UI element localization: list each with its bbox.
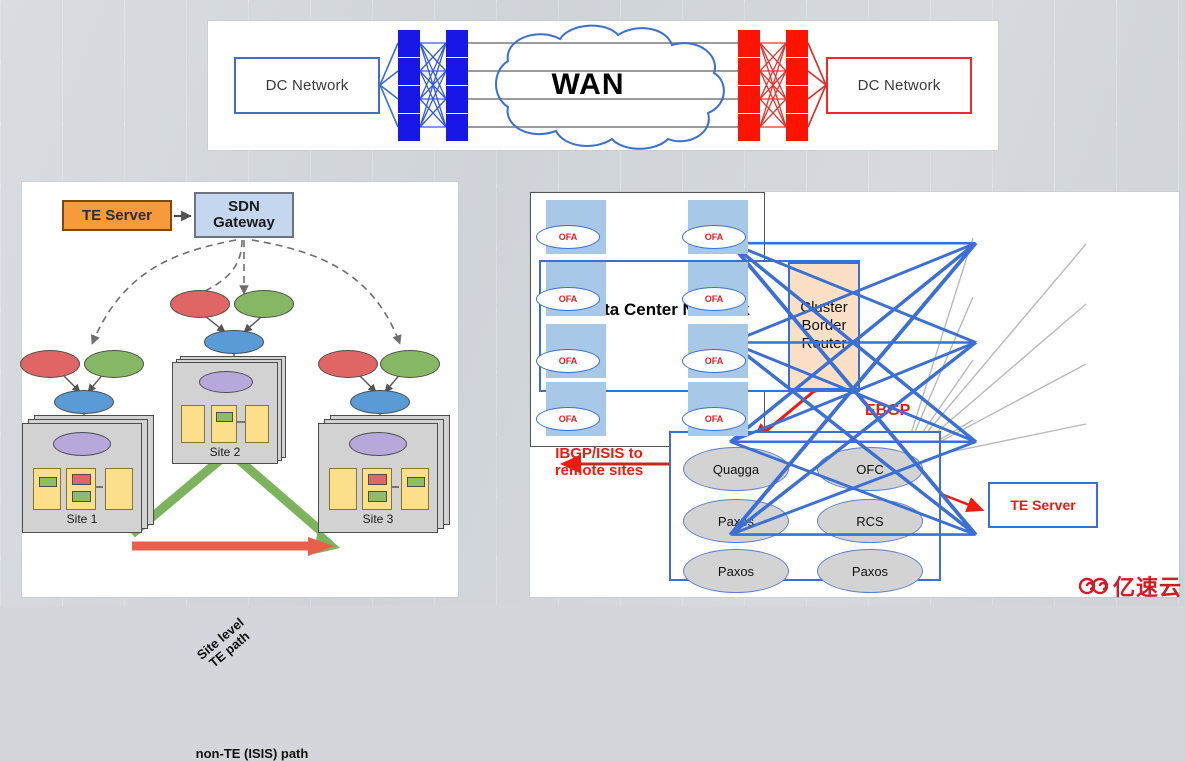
- router-red-a4: [738, 114, 760, 141]
- wan-text: WAN: [551, 68, 625, 101]
- te-server-box: TE Server: [62, 200, 172, 231]
- site2-switch-2: [211, 405, 237, 443]
- router-blue-a3: [398, 86, 420, 113]
- site2-switch-2-flow-a: [216, 412, 233, 422]
- site1-switch-2-flow-b: [72, 491, 91, 502]
- ofa-agent-r1: OFA: [682, 225, 746, 249]
- site3-name: Site 3: [362, 512, 394, 526]
- router-red-a1: [738, 30, 760, 57]
- ibgp-isis-label: IBGP/ISIS to remote sites: [554, 445, 644, 480]
- te-server-label: TE Server: [81, 207, 153, 224]
- non-te-path-label: non-TE (ISIS) path: [195, 746, 309, 761]
- site3-switch-3-flow-a: [407, 477, 425, 487]
- site1-node-green: [84, 350, 144, 378]
- router-blue-a4: [398, 114, 420, 141]
- site1-name: Site 1: [66, 512, 98, 526]
- site2-node-red: [170, 290, 230, 318]
- site3-switch-2-flow-b: [368, 491, 387, 502]
- router-red-b2: [786, 58, 808, 85]
- site2-name: Site 2: [209, 445, 241, 459]
- controller-node-paxos-2: Paxos: [683, 549, 789, 593]
- ofa-agent-r3: OFA: [682, 349, 746, 373]
- site2-node-green: [234, 290, 294, 318]
- ofa-agent-l4: OFA: [536, 407, 600, 431]
- site3-node-green: [380, 350, 440, 378]
- dc-network-left-box: DC Network: [234, 57, 380, 114]
- site3-switch-1: [329, 468, 357, 510]
- router-blue-b2: [446, 58, 468, 85]
- site3-node-blue: [350, 390, 410, 414]
- router-red-b3: [786, 86, 808, 113]
- dc-network-right-label: DC Network: [857, 77, 941, 94]
- controller-node-ofc: OFC: [817, 447, 923, 491]
- ofa-agent-r4: OFA: [682, 407, 746, 431]
- site3-stack: Site 3: [318, 415, 450, 533]
- site1-switch-1-flow-a: [39, 477, 57, 487]
- dc-network-right-box: DC Network: [826, 57, 972, 114]
- cluster-border-router-box: Cluster Border Router: [788, 262, 860, 390]
- site3-switch-3: [401, 468, 429, 510]
- site2-node-purple: [199, 371, 253, 393]
- router-blue-b1: [446, 30, 468, 57]
- ofa-agent-r2: OFA: [682, 287, 746, 311]
- site1-switch-1: [33, 468, 61, 510]
- controller-cluster-box: Quagga OFC Paxos RCS Paxos Paxos: [669, 431, 941, 593]
- site1-node-blue: [54, 390, 114, 414]
- site3-node-purple: [349, 432, 407, 456]
- site2-stack: Site 2: [172, 356, 286, 464]
- site3-box: Site 3: [318, 423, 438, 533]
- site2-ellipsis: [237, 421, 245, 423]
- site3-node-red: [318, 350, 378, 378]
- watermark-text: 亿速云: [1113, 576, 1183, 601]
- site1-switch-2-flow-a: [72, 474, 91, 485]
- site3-ellipsis: [391, 486, 399, 488]
- site1-switch-2: [66, 468, 96, 510]
- site1-node-red: [20, 350, 80, 378]
- site1-ellipsis: [95, 486, 103, 488]
- router-blue-b3: [446, 86, 468, 113]
- cluster-border-router-label: Cluster Border Router: [800, 299, 848, 352]
- te-server-box-right: TE Server: [988, 482, 1098, 528]
- site2-switch-3: [245, 405, 269, 443]
- site3-switch-2: [362, 468, 392, 510]
- site1-node-purple: [53, 432, 111, 456]
- site1-stack: Site 1: [22, 415, 154, 533]
- controller-node-quagga: Quagga: [683, 447, 789, 491]
- site3-switch-2-flow-a: [368, 474, 387, 485]
- controller-node-paxos-3: Paxos: [817, 549, 923, 593]
- site2-box: Site 2: [172, 362, 278, 464]
- wan-label: WAN: [508, 67, 668, 103]
- te-server-label-right: TE Server: [1010, 497, 1076, 513]
- ofa-agent-l3: OFA: [536, 349, 600, 373]
- ofa-agent-l2: OFA: [536, 287, 600, 311]
- site1-switch-3: [105, 468, 133, 510]
- sdn-te-sites-panel: TE Server SDN Gateway Site 2 Site 1 Site…: [20, 182, 458, 761]
- router-blue-a1: [398, 30, 420, 57]
- cluster-controller-panel: Data Center Network Cluster Border Route…: [530, 192, 1179, 597]
- dc-network-left-label: DC Network: [265, 77, 349, 94]
- watermark: 亿速云: [1078, 570, 1182, 602]
- router-blue-b4: [446, 114, 468, 141]
- router-red-b4: [786, 114, 808, 141]
- sdn-gateway-box: SDN Gateway: [194, 192, 294, 238]
- controller-node-rcs: RCS: [817, 499, 923, 543]
- ofa-agent-l1: OFA: [536, 225, 600, 249]
- te-path-label: Site level TE path: [193, 614, 253, 671]
- sdn-gateway-label: SDN Gateway: [213, 198, 275, 231]
- ebgp-label: EBGP: [865, 402, 911, 419]
- router-red-a3: [738, 86, 760, 113]
- site1-box: Site 1: [22, 423, 142, 533]
- site2-node-blue: [204, 330, 264, 354]
- site2-switch-1: [181, 405, 205, 443]
- wan-interconnect-panel: DC Network WAN DC Network: [208, 21, 998, 150]
- router-red-a2: [738, 58, 760, 85]
- controller-node-paxos-1: Paxos: [683, 499, 789, 543]
- router-red-b1: [786, 30, 808, 57]
- cloud-spiral-logo-icon: [1078, 577, 1108, 595]
- router-blue-a2: [398, 58, 420, 85]
